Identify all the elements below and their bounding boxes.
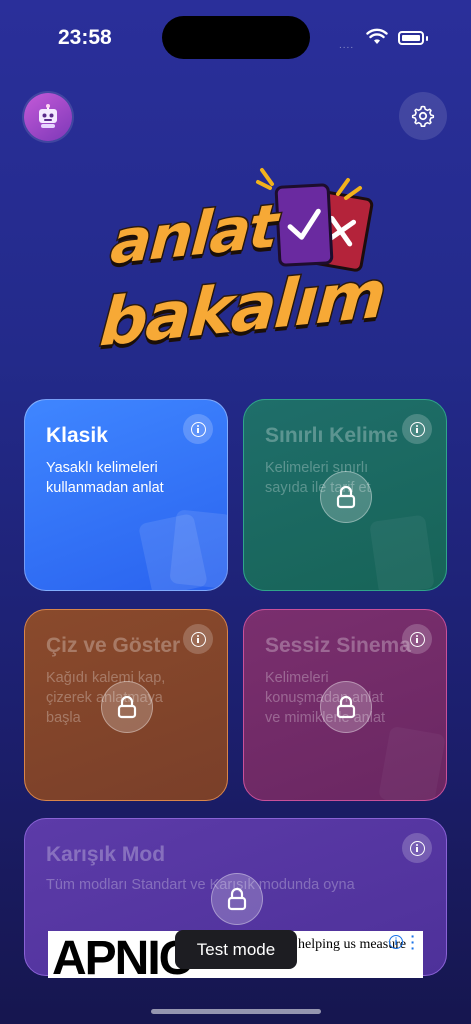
robot-icon (39, 104, 57, 128)
info-icon (409, 631, 425, 647)
info-button[interactable] (402, 624, 432, 654)
lock-badge (211, 873, 263, 925)
mode-card-klasik[interactable]: Klasik Yasaklı kelimeleri kullanmadan an… (24, 399, 228, 591)
test-mode-toast: Test mode (175, 930, 297, 969)
mode-card-sessiz-sinema[interactable]: Sessiz Sinema Kelimeleri konuşmadan anla… (243, 609, 447, 801)
info-icon (190, 421, 206, 437)
card-decoration (169, 509, 227, 589)
wifi-icon (366, 28, 388, 44)
ad-menu-icon[interactable]: · · · (410, 931, 416, 955)
mode-card-sinirli-kelime[interactable]: Sınırlı Kelime Kelimeleri sınırlı sayıda… (243, 399, 447, 591)
ad-brand: APNIC (52, 932, 193, 979)
info-button[interactable] (402, 414, 432, 444)
battery-icon (398, 31, 424, 45)
info-button[interactable] (183, 414, 213, 444)
info-button[interactable] (402, 833, 432, 863)
mode-description: Yasaklı kelimeleri kullanmadan anlat (46, 460, 164, 496)
avatar-button[interactable] (24, 93, 72, 141)
mode-title: Çiz ve Göster (46, 634, 181, 657)
dynamic-island (162, 16, 310, 59)
status-bar: 23:58 .... (0, 0, 471, 70)
lock-icon (336, 695, 356, 719)
mode-title: Sınırlı Kelime (265, 424, 399, 447)
lock-badge (101, 681, 153, 733)
home-indicator[interactable] (151, 1009, 321, 1014)
lock-badge (320, 681, 372, 733)
mode-title: Klasik (46, 424, 108, 447)
app-logo: anlat bakalım (90, 160, 390, 375)
ad-info-icon[interactable]: i (389, 935, 403, 949)
cellular-signal: .... (339, 40, 355, 51)
card-decoration (369, 514, 435, 590)
info-button[interactable] (183, 624, 213, 654)
card-decoration (378, 725, 446, 800)
lock-badge (320, 471, 372, 523)
mode-title: Karışık Mod (46, 843, 166, 866)
info-icon (190, 631, 206, 647)
mode-card-ciz-ve-goster[interactable]: Çiz ve Göster Kağıdı kalemi kap, çizerek… (24, 609, 228, 801)
info-icon (409, 840, 425, 856)
lock-icon (336, 485, 356, 509)
lock-icon (117, 695, 137, 719)
gear-icon (411, 105, 435, 127)
info-icon (409, 421, 425, 437)
mode-title: Sessiz Sinema (265, 634, 411, 657)
lock-icon (227, 887, 247, 911)
settings-button[interactable] (399, 92, 447, 140)
status-time: 23:58 (58, 26, 112, 49)
